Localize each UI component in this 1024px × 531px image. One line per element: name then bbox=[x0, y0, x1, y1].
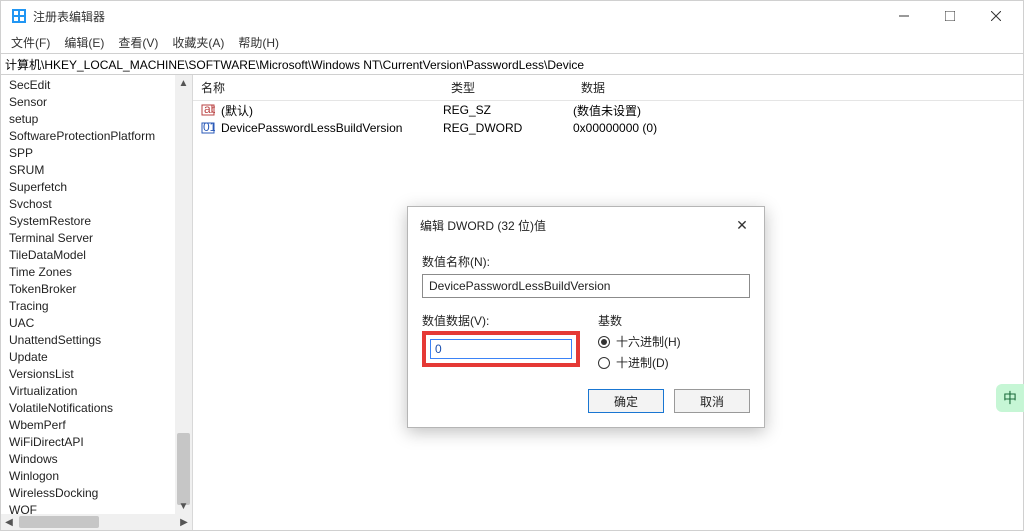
window-title: 注册表编辑器 bbox=[33, 8, 105, 25]
value-data-input[interactable] bbox=[430, 339, 572, 359]
column-headers: 名称 类型 数据 bbox=[193, 75, 1023, 101]
binary-value-icon: 011 bbox=[199, 120, 217, 136]
value-type: REG_SZ bbox=[443, 103, 573, 117]
value-data-label: 数值数据(V): bbox=[422, 312, 580, 329]
radio-dec-label: 十进制(D) bbox=[616, 354, 669, 371]
minimize-button[interactable] bbox=[881, 1, 927, 31]
svg-text:ab: ab bbox=[204, 103, 215, 116]
close-button[interactable] bbox=[973, 1, 1019, 31]
tree-vscrollbar[interactable]: ▲ ▼ bbox=[175, 75, 192, 514]
titlebar: 注册表编辑器 bbox=[1, 1, 1023, 31]
value-data: (数值未设置) bbox=[573, 102, 1023, 119]
scroll-thumb[interactable] bbox=[177, 433, 190, 505]
tree-item[interactable]: Terminal Server bbox=[1, 230, 192, 247]
tree-item[interactable]: WiFiDirectAPI bbox=[1, 434, 192, 451]
value-data: 0x00000000 (0) bbox=[573, 121, 1023, 135]
radio-hex-icon bbox=[598, 336, 610, 348]
tree-item[interactable]: Winlogon bbox=[1, 468, 192, 485]
values-pane: 名称 类型 数据 ab (默认)REG_SZ(数值未设置) 011 DevicePas… bbox=[193, 75, 1023, 530]
menu-edit[interactable]: 编辑(E) bbox=[58, 32, 110, 53]
tree-item[interactable]: SPP bbox=[1, 145, 192, 162]
tree-item[interactable]: Superfetch bbox=[1, 179, 192, 196]
scroll-down-icon[interactable]: ▼ bbox=[175, 498, 192, 514]
col-name[interactable]: 名称 bbox=[193, 75, 443, 100]
tree-item[interactable]: Virtualization bbox=[1, 383, 192, 400]
regedit-window: 注册表编辑器 文件(F) 编辑(E) 查看(V) 收藏夹(A) 帮助(H) Se… bbox=[0, 0, 1024, 531]
value-name-label: 数值名称(N): bbox=[422, 253, 750, 270]
svg-text:011: 011 bbox=[203, 121, 215, 134]
app-icon bbox=[11, 8, 27, 24]
radio-dec[interactable]: 十进制(D) bbox=[598, 354, 750, 371]
tree-item[interactable]: TileDataModel bbox=[1, 247, 192, 264]
tree-item[interactable]: WbemPerf bbox=[1, 417, 192, 434]
hscroll-thumb[interactable] bbox=[19, 516, 99, 528]
base-group-label: 基数 bbox=[598, 312, 750, 329]
radio-hex[interactable]: 十六进制(H) bbox=[598, 333, 750, 350]
col-type[interactable]: 类型 bbox=[443, 75, 573, 100]
tree-item[interactable]: Time Zones bbox=[1, 264, 192, 281]
value-name: DevicePasswordLessBuildVersion bbox=[221, 121, 443, 135]
maximize-button[interactable] bbox=[927, 1, 973, 31]
value-row[interactable]: 011 DevicePasswordLessBuildVersionREG_DWO… bbox=[193, 119, 1023, 137]
tree-item[interactable]: SystemRestore bbox=[1, 213, 192, 230]
value-row[interactable]: ab (默认)REG_SZ(数值未设置) bbox=[193, 101, 1023, 119]
menu-help[interactable]: 帮助(H) bbox=[232, 32, 285, 53]
tree-item[interactable]: SoftwareProtectionPlatform bbox=[1, 128, 192, 145]
tree-item[interactable]: Windows bbox=[1, 451, 192, 468]
address-input[interactable] bbox=[1, 54, 1023, 74]
value-type: REG_DWORD bbox=[443, 121, 573, 135]
ok-button[interactable]: 确定 bbox=[588, 389, 664, 413]
tree-pane: SecEditSensorsetupSoftwareProtectionPlat… bbox=[1, 75, 193, 530]
cancel-button[interactable]: 取消 bbox=[674, 389, 750, 413]
scroll-up-icon[interactable]: ▲ bbox=[175, 75, 192, 91]
menu-file[interactable]: 文件(F) bbox=[5, 32, 56, 53]
string-value-icon: ab bbox=[199, 102, 217, 118]
dialog-title: 编辑 DWORD (32 位)值 bbox=[420, 217, 732, 234]
tree-item[interactable]: WirelessDocking bbox=[1, 485, 192, 502]
tree-item[interactable]: setup bbox=[1, 111, 192, 128]
col-data[interactable]: 数据 bbox=[573, 75, 1023, 100]
radio-dec-icon bbox=[598, 357, 610, 369]
value-name-field[interactable]: DevicePasswordLessBuildVersion bbox=[422, 274, 750, 298]
tree-item[interactable]: Svchost bbox=[1, 196, 192, 213]
scroll-left-icon[interactable]: ◀ bbox=[1, 517, 17, 528]
dialog-close-button[interactable]: ✕ bbox=[732, 215, 752, 235]
scroll-right-icon[interactable]: ▶ bbox=[176, 517, 192, 528]
menu-view[interactable]: 查看(V) bbox=[112, 32, 164, 53]
tree-item[interactable]: Sensor bbox=[1, 94, 192, 111]
ime-chip[interactable]: 中 bbox=[996, 384, 1024, 412]
tree-item[interactable]: TokenBroker bbox=[1, 281, 192, 298]
menubar: 文件(F) 编辑(E) 查看(V) 收藏夹(A) 帮助(H) bbox=[1, 31, 1023, 53]
tree-item[interactable]: VolatileNotifications bbox=[1, 400, 192, 417]
value-name: (默认) bbox=[221, 102, 443, 119]
edit-dword-dialog: 编辑 DWORD (32 位)值 ✕ 数值名称(N): DevicePasswo… bbox=[407, 206, 765, 428]
tree-item[interactable]: VersionsList bbox=[1, 366, 192, 383]
value-data-highlight bbox=[422, 331, 580, 367]
tree-item[interactable]: UAC bbox=[1, 315, 192, 332]
radio-hex-label: 十六进制(H) bbox=[616, 333, 681, 350]
tree-item[interactable]: Tracing bbox=[1, 298, 192, 315]
menu-fav[interactable]: 收藏夹(A) bbox=[166, 32, 230, 53]
tree-item[interactable]: Update bbox=[1, 349, 192, 366]
tree-item[interactable]: SRUM bbox=[1, 162, 192, 179]
tree-item[interactable]: UnattendSettings bbox=[1, 332, 192, 349]
address-bar bbox=[1, 53, 1023, 75]
tree-item[interactable]: SecEdit bbox=[1, 77, 192, 94]
tree-hscrollbar[interactable]: ◀ ▶ bbox=[1, 514, 192, 530]
